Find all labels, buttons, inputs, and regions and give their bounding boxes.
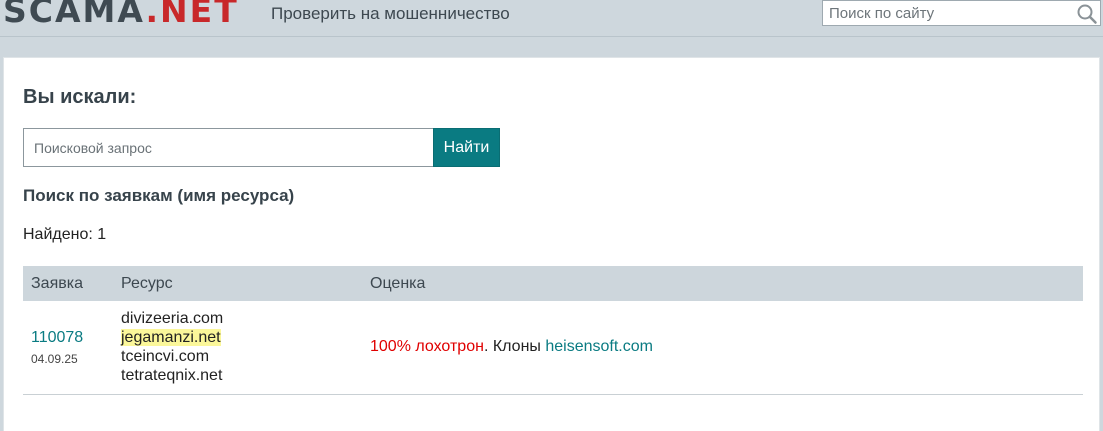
find-button[interactable]: Найти [433, 128, 500, 167]
column-header-resource: Ресурс [121, 274, 173, 292]
table-row: 110078 04.09.25 divizeeria.com jegamanzi… [23, 301, 1083, 395]
results-count: Найдено: 1 [23, 226, 107, 243]
highlighted-resource: jegamanzi.net [121, 329, 221, 347]
main-content: Вы искали: Найти Поиск по заявкам (имя р… [3, 57, 1100, 431]
page-title: Вы искали: [23, 86, 137, 108]
resource-item: divizeeria.com [121, 310, 224, 328]
site-search-box [822, 0, 1101, 26]
nav-link-check-fraud[interactable]: Проверить на мошенничество [271, 4, 510, 24]
clone-link[interactable]: heisensoft.com [545, 338, 653, 355]
resource-item: tetrateqnix.net [121, 367, 223, 385]
search-query-input[interactable] [23, 128, 434, 167]
resource-list: divizeeria.com jegamanzi.net tceincvi.co… [121, 309, 362, 385]
resource-item: tceincvi.com [121, 348, 210, 366]
results-table: Заявка Ресурс Оценка 110078 04.09.25 div… [23, 266, 1083, 395]
claim-cell: 110078 04.09.25 [23, 301, 113, 395]
column-header-claim: Заявка [31, 274, 83, 292]
site-logo[interactable]: SCAMA.NET [3, 0, 239, 30]
score-cell: 100% лохотрон. Клоны heisensoft.com [362, 301, 1083, 395]
magnifier-icon[interactable] [1076, 3, 1098, 25]
logo-text-tld: .NET [145, 0, 239, 30]
logo-text-main: SCAMA [3, 0, 146, 30]
resource-item-highlighted: jegamanzi.net [121, 328, 362, 347]
site-search-input[interactable] [823, 1, 1073, 25]
claim-date: 04.09.25 [31, 352, 78, 367]
resource-cell: divizeeria.com jegamanzi.net tceincvi.co… [113, 301, 362, 395]
score-verdict: 100% лохотрон [370, 338, 484, 356]
table-header-row: Заявка Ресурс Оценка [23, 266, 1083, 301]
section-heading: Поиск по заявкам (имя ресурса) [23, 186, 295, 205]
column-header-score: Оценка [370, 274, 426, 292]
score-clones-label: . Клоны [483, 338, 546, 356]
top-bar: SCAMA.NET Проверить на мошенничество [0, 0, 1103, 37]
claim-id-link[interactable]: 110078 [31, 328, 113, 348]
